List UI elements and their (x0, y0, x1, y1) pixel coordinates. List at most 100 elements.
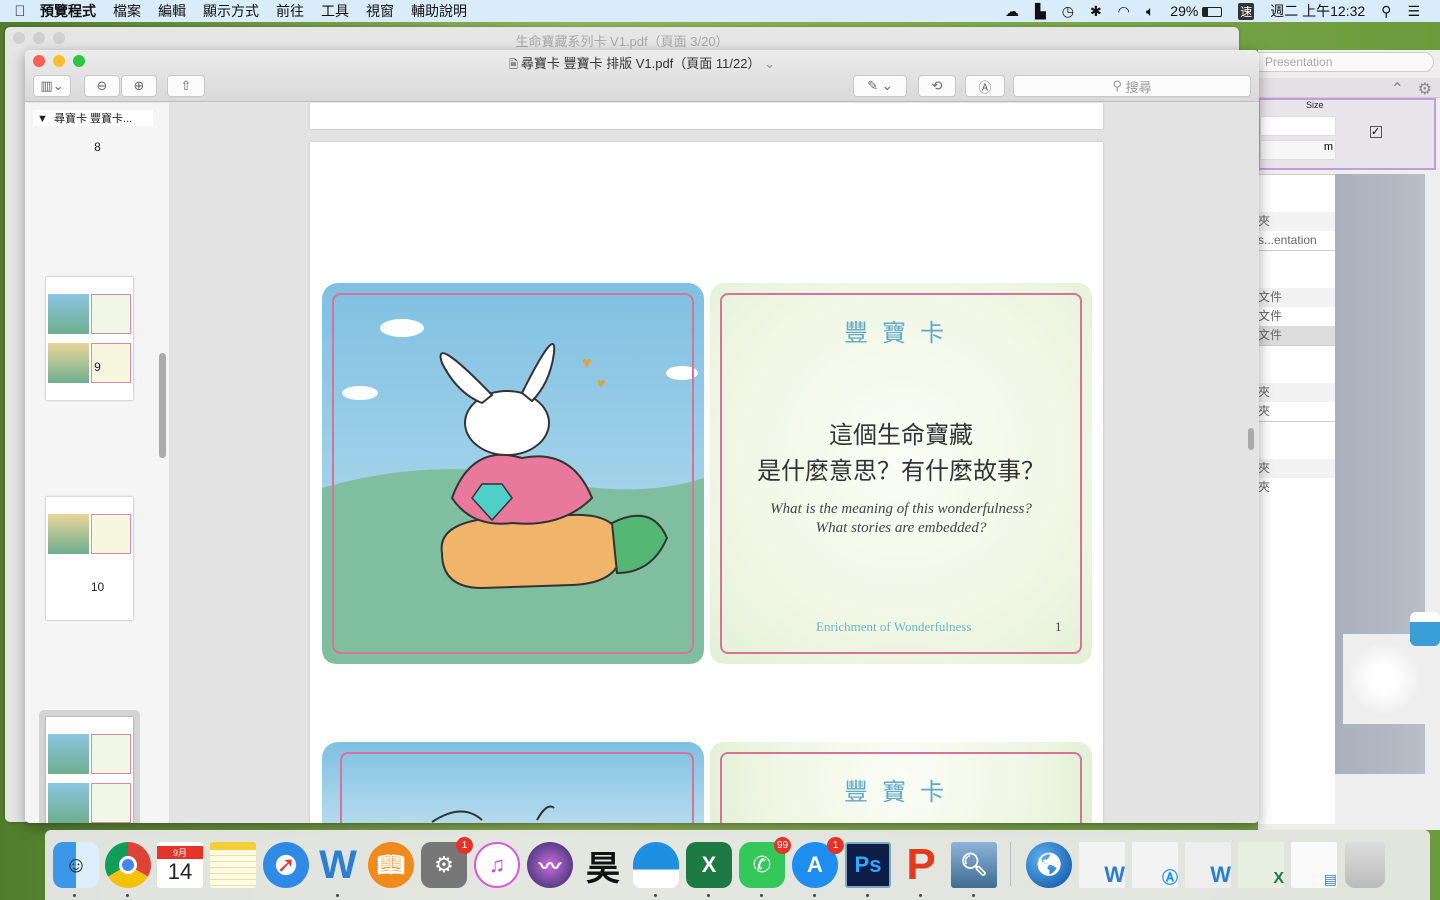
menu-view[interactable]: 顯示方式 (203, 1, 259, 21)
keynote-window[interactable]: Presentation ⌃ ⚙ Size m ✓ 夾 s...entation … (1258, 50, 1440, 830)
trash-icon[interactable] (1345, 842, 1385, 888)
background-window-title[interactable]: 生命寶藏系列卡 V1.pdf（頁面 3/20） (5, 31, 1239, 50)
itunes-icon[interactable]: ♫ (474, 842, 520, 888)
menu-edit[interactable]: 編輯 (158, 1, 186, 21)
collapse-icon[interactable]: ⌃ (1391, 79, 1404, 99)
menu-go[interactable]: 前往 (276, 1, 304, 21)
window-title-text: 尋寶卡 豐寶卡 排版 V1.pdf（頁面 11/22） (520, 56, 761, 71)
list-item[interactable]: 夾 (1258, 478, 1335, 497)
bunny-illustration-card: ♥♥ (322, 283, 704, 664)
ink-status-icon[interactable]: ▙ (1035, 3, 1046, 20)
chrome-icon[interactable] (105, 842, 151, 888)
page-thumbnail-9[interactable] (46, 277, 133, 400)
zoom-in-icon: ⊕ (133, 78, 145, 93)
search-input[interactable]: ⚲ 搜尋 (1013, 75, 1251, 97)
thumbnail-sidebar: ▼ 尋寶卡 豐寶卡... 8 9 10 11 (25, 103, 170, 823)
finder-icon[interactable]: ☺ (53, 842, 99, 888)
word-document-minimized[interactable]: W (1079, 842, 1125, 888)
cloud-upload-icon[interactable]: ☁ (1005, 3, 1019, 20)
menu-tools[interactable]: 工具 (321, 1, 349, 21)
sidebar-scrollbar[interactable] (159, 353, 166, 458)
bluetooth-icon[interactable]: ✱ (1090, 3, 1102, 20)
system-preferences-icon[interactable]: ⚙ 1 (421, 837, 473, 888)
apple-menu-icon[interactable]:  (0, 3, 40, 20)
document-header[interactable]: ▼ 尋寶卡 豐寶卡... (33, 110, 153, 126)
wifi-icon[interactable]: ◠ (1118, 3, 1130, 20)
notification-badge: 1 (456, 837, 473, 854)
list-item[interactable]: 夾 (1258, 459, 1335, 478)
excel-window-minimized[interactable]: X (1238, 842, 1284, 888)
card-footer: Enrichment of Wonderfulness (816, 619, 972, 634)
finder-window-minimized[interactable]: ▤ (1291, 842, 1337, 888)
menu-file[interactable]: 檔案 (113, 1, 141, 21)
width-field[interactable] (1260, 116, 1336, 136)
menu-help[interactable]: 輔助說明 (411, 1, 467, 21)
word-document-minimized[interactable]: W (1185, 842, 1231, 888)
books-icon[interactable]: 📖︎ (368, 842, 414, 888)
question-card: 豐寶卡 這個生命寶藏 是什麼意思？有什麼故事？ What is the mean… (710, 283, 1092, 664)
menu-app[interactable]: 預覽程式 (40, 1, 96, 21)
constrain-checkbox[interactable]: ✓ (1370, 126, 1382, 138)
excel-icon[interactable]: X (686, 842, 732, 888)
zoom-in-button[interactable]: ⊕ (121, 75, 157, 97)
network-globe-icon[interactable]: 🌎︎ (1026, 842, 1072, 888)
share-button[interactable]: ⇧ (167, 75, 205, 97)
window-title[interactable]: 🗎 尋寶卡 豐寶卡 排版 V1.pdf（頁面 11/22） ⌄ (25, 53, 1259, 75)
keynote-file-list: 夾 s...entation 文件 文件 文件 夾 夾 夾 夾 (1258, 174, 1335, 824)
keynote-inspector-bar: ⌃ ⚙ (1258, 78, 1440, 98)
annotate-button[interactable]: Ⓐ (965, 75, 1005, 97)
list-item[interactable]: 夾 (1258, 212, 1335, 231)
clock[interactable]: 週二 上午12:32 (1270, 1, 1365, 21)
sidebar-toggle-button[interactable]: ▥⌄ (33, 75, 71, 97)
battery-icon (1202, 7, 1223, 18)
gear-icon[interactable]: ⚙ (1418, 79, 1432, 99)
whatsapp-icon[interactable]: ✆ 99 (739, 837, 791, 888)
card-title: 豐寶卡 (844, 319, 958, 347)
heart: ♥ (582, 355, 592, 372)
document-scrollbar[interactable] (1248, 428, 1254, 450)
zoom-out-button[interactable]: ⊖ (84, 75, 120, 97)
volume-icon[interactable]: 🔈︎ (1146, 3, 1154, 20)
word-icon[interactable]: W (315, 842, 361, 888)
powerpoint-icon[interactable]: P (898, 840, 944, 889)
notification-center-icon[interactable]: ☰ (1407, 3, 1420, 20)
size-label: Size (1306, 100, 1324, 110)
safari-icon[interactable]: ➚ (263, 842, 309, 888)
siri-icon[interactable]: 〰 (527, 842, 573, 888)
app-store-window-minimized[interactable]: Ⓐ (1132, 842, 1178, 888)
cloud (342, 386, 378, 400)
time-machine-icon[interactable]: ◷ (1062, 3, 1074, 20)
battery-status[interactable]: 29% (1170, 3, 1223, 19)
menu-window[interactable]: 視窗 (366, 1, 394, 21)
list-item[interactable]: 文件 (1258, 288, 1335, 307)
page-label-9: 9 (94, 360, 101, 374)
list-item[interactable]: 文件 (1258, 307, 1335, 326)
spotlight-icon[interactable]: ⚲ (1381, 3, 1391, 20)
markup-button[interactable]: ✎ ⌄ (853, 75, 907, 97)
dictation-app-icon[interactable]: 昊 (580, 842, 626, 888)
calendar-month: 9月 (157, 845, 203, 859)
list-item[interactable]: 夾 (1258, 383, 1335, 402)
notification-badge: 99 (774, 837, 791, 854)
calendar-icon[interactable]: 9月 14 (157, 842, 203, 888)
app-store-icon[interactable]: A1 (792, 837, 844, 888)
height-field[interactable]: m (1260, 140, 1336, 160)
rotate-button[interactable]: ⟲ (918, 75, 956, 97)
list-item[interactable]: s...entation (1258, 231, 1335, 250)
pen-icon: ✎ ⌄ (867, 78, 893, 93)
preview-window: 🗎 尋寶卡 豐寶卡 排版 V1.pdf（頁面 11/22） ⌄ ▥⌄ ⊖ ⊕ ⇧… (25, 50, 1259, 823)
page-thumbnail-10[interactable] (46, 497, 133, 620)
bunny-illustration-card (322, 742, 704, 823)
notes-icon[interactable] (210, 842, 256, 888)
page-thumbnail-11[interactable] (46, 717, 133, 823)
preview-icon[interactable]: 🔍︎ (951, 842, 997, 888)
keynote-app-icon (1410, 612, 1440, 646)
document-view[interactable]: ♥ ♥ 豐寶卡 這個生命寶藏 是什麼意思？有什麼故事？ What is the m… (170, 103, 1259, 823)
keynote-search-field[interactable]: Presentation (1258, 52, 1434, 72)
whale-app-icon[interactable] (633, 842, 679, 888)
input-method-icon[interactable]: 速 (1238, 2, 1255, 20)
photoshop-icon[interactable]: Ps (845, 842, 891, 888)
list-item[interactable]: 文件 (1258, 326, 1335, 345)
search-placeholder: 搜尋 (1125, 79, 1152, 95)
list-item[interactable]: 夾 (1258, 402, 1335, 421)
